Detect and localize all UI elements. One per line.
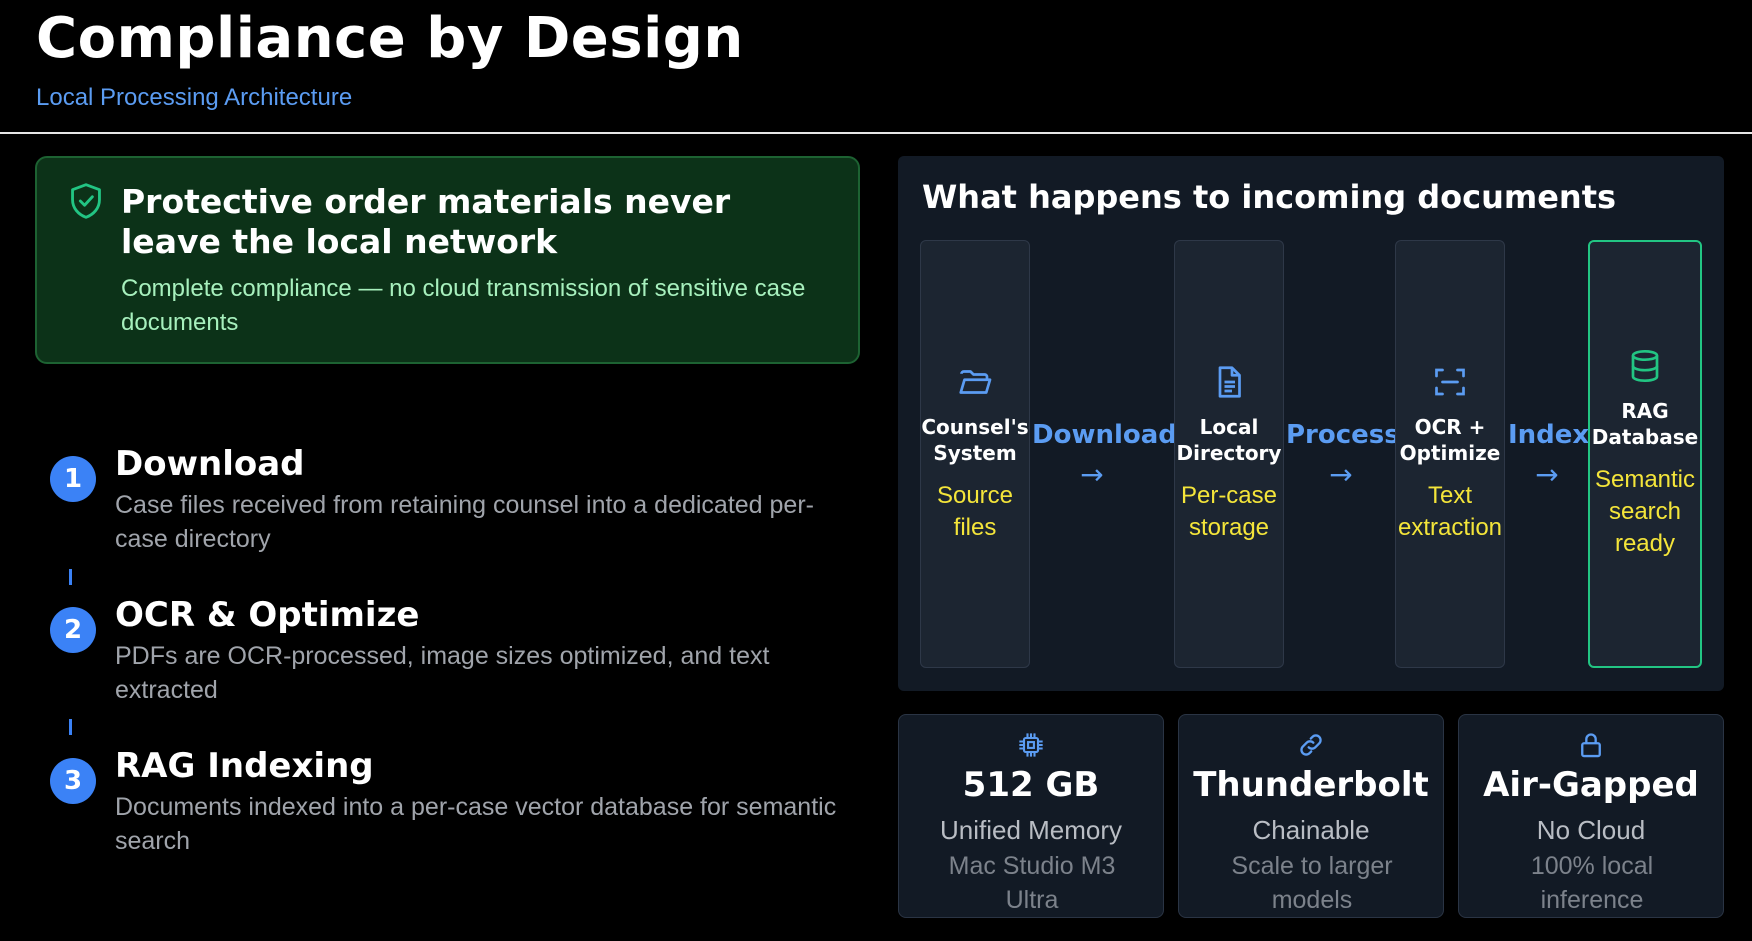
card-label: Chainable xyxy=(1252,815,1370,845)
step-number: 1 xyxy=(50,456,96,502)
document-flow-panel: What happens to incoming documents Couns… xyxy=(898,156,1724,691)
spec-card-air-gapped: Air-Gapped No Cloud 100% local inference xyxy=(1458,714,1724,918)
compliance-callout: Protective order materials never leave t… xyxy=(35,156,860,364)
step-title: Download xyxy=(115,444,305,484)
step-description: Case files received from retaining couns… xyxy=(115,491,814,553)
step-number: 3 xyxy=(50,758,96,804)
card-label: Unified Memory xyxy=(939,815,1123,845)
card-value: Air-Gapped xyxy=(1483,765,1699,805)
arrow-right-icon: → xyxy=(1535,458,1559,491)
flow-heading: What happens to incoming documents xyxy=(922,178,1617,216)
stage-name: RAG Database xyxy=(1591,399,1699,449)
stage-name: OCR + Optimize xyxy=(1399,415,1501,465)
step-title: OCR & Optimize xyxy=(115,595,420,635)
stage-local-directory: Local Directory Per-case storage xyxy=(1174,240,1284,668)
step-number: 2 xyxy=(50,607,96,653)
card-label: No Cloud xyxy=(1536,815,1646,845)
step-description: Documents indexed into a per-case vector… xyxy=(115,793,837,855)
stage-description: Text extraction xyxy=(1397,482,1503,541)
flow-arrow-index: Index → xyxy=(1508,418,1590,492)
stage-description: Per-case storage xyxy=(1180,482,1278,541)
header-divider xyxy=(0,132,1752,134)
arrow-label: Download xyxy=(1032,420,1177,450)
document-icon xyxy=(1218,366,1241,398)
page-subtitle: Local Processing Architecture xyxy=(36,84,353,111)
lock-icon xyxy=(1581,733,1601,758)
card-detail: Scale to larger models xyxy=(1231,852,1393,914)
stage-name: Local Directory xyxy=(1176,415,1282,465)
stage-name: Counsel's System xyxy=(921,415,1029,465)
arrow-right-icon: → xyxy=(1080,458,1104,491)
database-icon xyxy=(1631,349,1659,383)
scan-text-icon xyxy=(1435,368,1465,396)
step-connector xyxy=(69,569,72,585)
callout-body: Complete compliance — no cloud transmiss… xyxy=(121,275,806,336)
page-title: Compliance by Design xyxy=(36,6,744,71)
card-detail: Mac Studio M3 Ultra xyxy=(948,852,1116,914)
shield-check-icon xyxy=(71,183,101,219)
step-connector xyxy=(69,719,72,735)
stage-ocr-optimize: OCR + Optimize Text extraction xyxy=(1395,240,1505,668)
arrow-label: Index xyxy=(1508,420,1590,450)
arrow-right-icon: → xyxy=(1329,458,1353,491)
link-icon xyxy=(1300,734,1322,756)
spec-card-memory: 512 GB Unified Memory Mac Studio M3 Ultr… xyxy=(898,714,1164,918)
stage-description: Semantic search ready xyxy=(1594,466,1696,557)
card-detail: 100% local inference xyxy=(1530,852,1654,914)
folder-icon xyxy=(959,370,992,394)
card-value: Thunderbolt xyxy=(1193,765,1429,805)
flow-arrow-process: Process → xyxy=(1286,418,1400,492)
cpu-chip-icon xyxy=(1019,733,1043,757)
flow-arrow-download: Download → xyxy=(1032,418,1177,492)
stage-description: Source files xyxy=(936,482,1014,541)
spec-card-thunderbolt: Thunderbolt Chainable Scale to larger mo… xyxy=(1178,714,1444,918)
step-title: RAG Indexing xyxy=(115,746,374,786)
callout-heading: Protective order materials never leave t… xyxy=(121,182,731,261)
arrow-label: Process xyxy=(1286,420,1400,450)
step-description: PDFs are OCR-processed, image sizes opti… xyxy=(115,642,770,704)
stage-rag-database: RAG Database Semantic search ready xyxy=(1588,240,1702,668)
stage-counsel-system: Counsel's System Source files xyxy=(920,240,1030,668)
card-value: 512 GB xyxy=(962,765,1100,805)
